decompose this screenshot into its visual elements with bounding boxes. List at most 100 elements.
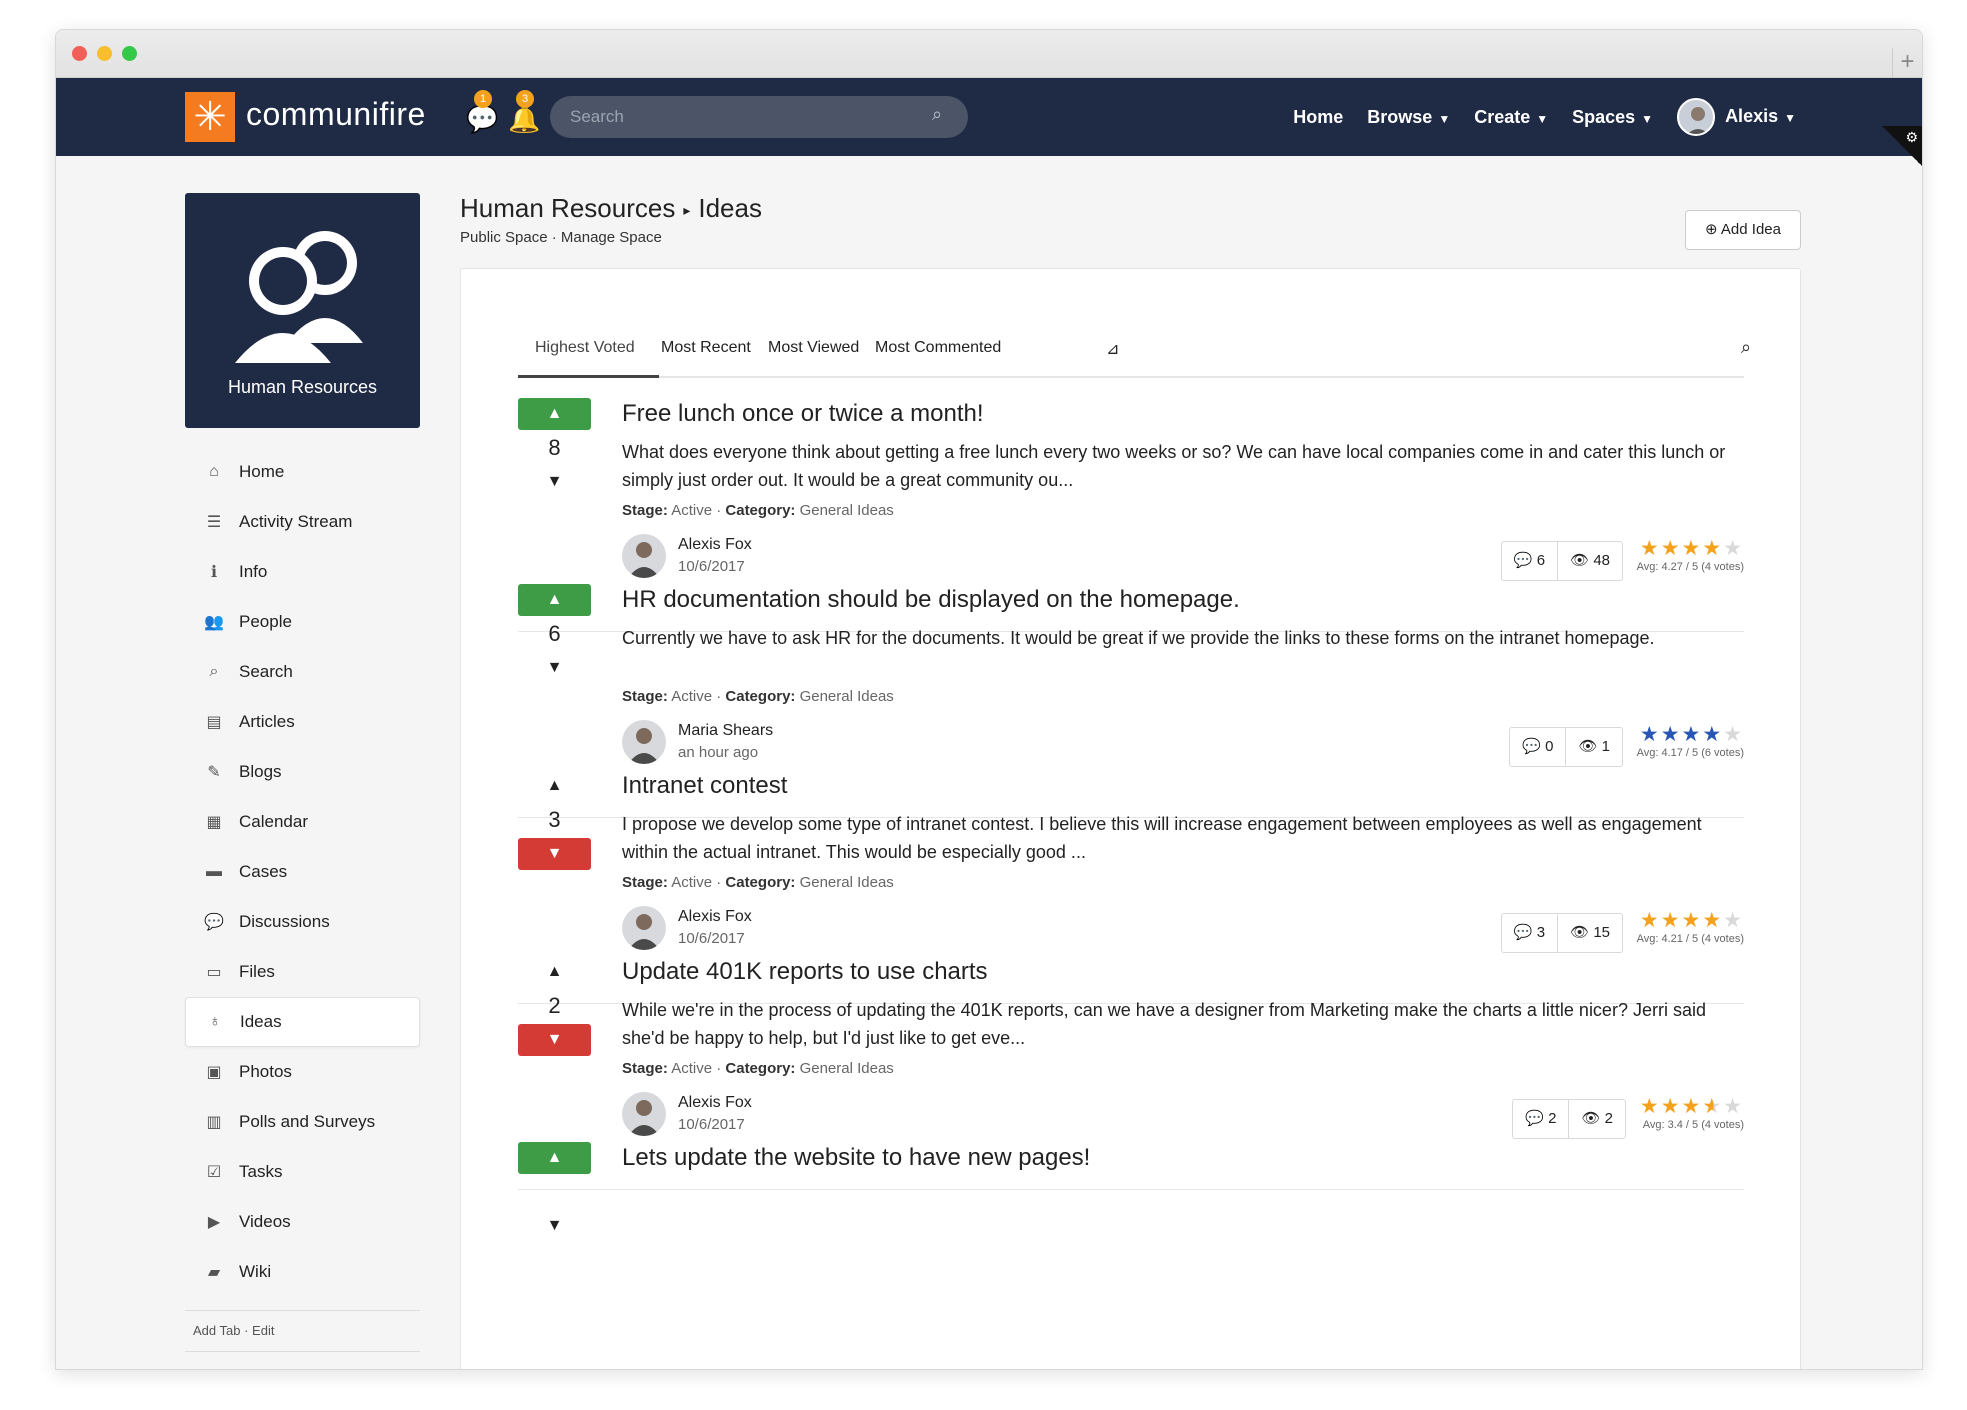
rss-icon[interactable]: ⊿ xyxy=(1106,339,1119,359)
idea-title[interactable]: Free lunch once or twice a month! xyxy=(622,400,984,428)
author-name[interactable]: Alexis Fox xyxy=(678,908,752,926)
downvote-button[interactable]: ▼ xyxy=(518,1024,591,1056)
tab-highest-voted[interactable]: Highest Voted xyxy=(535,339,635,357)
nav-home[interactable]: Home xyxy=(1293,107,1343,128)
star-rating[interactable]: ★★★★★ Avg: 4.21 / 5 (4 votes) xyxy=(1637,908,1744,945)
idea-title[interactable]: Intranet contest xyxy=(622,772,787,800)
global-search-input[interactable] xyxy=(550,96,968,138)
author-name[interactable]: Alexis Fox xyxy=(678,1094,752,1112)
star-icon[interactable]: ★ xyxy=(1723,537,1744,560)
comment-count[interactable]: 💬 2 xyxy=(1513,1100,1568,1138)
sidebar-item-cases[interactable]: ▬ Cases xyxy=(185,847,420,897)
star-icon[interactable]: ★ xyxy=(1723,1095,1744,1118)
upvote-button[interactable]: ▲ xyxy=(518,584,591,616)
manage-space-link[interactable]: Manage Space xyxy=(561,229,662,246)
star-icon[interactable]: ★ xyxy=(1640,537,1661,560)
sidebar-item-discussions[interactable]: 💬 Discussions xyxy=(185,897,420,947)
user-menu[interactable]: Alexis ▼ xyxy=(1677,98,1796,136)
sidebar-item-ideas[interactable]: ♁ Ideas xyxy=(185,997,420,1047)
star-icon[interactable]: ★ xyxy=(1723,723,1744,746)
sidebar-item-activity-stream[interactable]: ☰ Activity Stream xyxy=(185,497,420,547)
sidebar-item-videos[interactable]: ▶ Videos xyxy=(185,1197,420,1247)
sidebar-item-tasks[interactable]: ☑ Tasks xyxy=(185,1147,420,1197)
author-avatar[interactable] xyxy=(622,720,666,764)
comment-count[interactable]: 💬 0 xyxy=(1510,728,1565,766)
category-value[interactable]: General Ideas xyxy=(800,502,894,519)
star-icon[interactable]: ★ xyxy=(1682,537,1703,560)
sidebar-item-photos[interactable]: ▣ Photos xyxy=(185,1047,420,1097)
downvote-button[interactable]: ▼ xyxy=(518,652,591,684)
star-icon[interactable]: ★ xyxy=(1682,1095,1703,1118)
star-icon[interactable]: ★ xyxy=(1702,537,1723,560)
sidebar-item-files[interactable]: ▭ Files xyxy=(185,947,420,997)
nav-browse[interactable]: Browse ▼ xyxy=(1367,107,1450,128)
sidebar-item-calendar[interactable]: ▦ Calendar xyxy=(185,797,420,847)
nav-spaces[interactable]: Spaces ▼ xyxy=(1572,107,1653,128)
star-icon[interactable]: ★ xyxy=(1702,1095,1723,1118)
author-name[interactable]: Alexis Fox xyxy=(678,536,752,554)
add-idea-button[interactable]: ⊕ Add Idea xyxy=(1685,210,1801,250)
sidebar-item-home[interactable]: ⌂ Home xyxy=(185,447,420,497)
star-icon[interactable]: ★ xyxy=(1661,909,1682,932)
star-rating[interactable]: ★★★★★ Avg: 4.27 / 5 (4 votes) xyxy=(1637,536,1744,573)
notifications-button[interactable]: 🔔 3 xyxy=(508,90,540,135)
minimize-window-button[interactable] xyxy=(97,46,112,61)
edit-link[interactable]: Edit xyxy=(252,1323,274,1338)
category-value[interactable]: General Ideas xyxy=(800,874,894,891)
idea-title[interactable]: HR documentation should be displayed on … xyxy=(622,586,1240,614)
downvote-button[interactable]: ▼ xyxy=(518,838,591,870)
sidebar-item-info[interactable]: ℹ Info xyxy=(185,547,420,597)
star-icon[interactable]: ★ xyxy=(1640,723,1661,746)
maximize-window-button[interactable] xyxy=(122,46,137,61)
star-icon[interactable]: ★ xyxy=(1682,723,1703,746)
star-icon[interactable]: ★ xyxy=(1661,723,1682,746)
star-icon[interactable]: ★ xyxy=(1661,537,1682,560)
category-value[interactable]: General Ideas xyxy=(800,1060,894,1077)
idea-title[interactable]: Lets update the website to have new page… xyxy=(622,1144,1090,1172)
sidebar-item-blogs[interactable]: ✎ Blogs xyxy=(185,747,420,797)
author-avatar[interactable] xyxy=(622,1092,666,1136)
star-icon[interactable]: ★ xyxy=(1723,909,1744,932)
logo-icon[interactable]: ✳ xyxy=(185,92,235,142)
author-name[interactable]: Maria Shears xyxy=(678,722,773,740)
messages-button[interactable]: 💬 1 xyxy=(466,90,498,135)
upvote-button[interactable]: ▲ xyxy=(518,1142,591,1174)
star-icon[interactable]: ★ xyxy=(1702,909,1723,932)
tab-most-recent[interactable]: Most Recent xyxy=(661,339,751,357)
sidebar-item-search[interactable]: ⌕ Search xyxy=(185,647,420,697)
star-icon[interactable]: ★ xyxy=(1640,909,1661,932)
upvote-button[interactable]: ▲ xyxy=(518,770,591,802)
tab-most-commented[interactable]: Most Commented xyxy=(875,339,1001,357)
upvote-button[interactable]: ▲ xyxy=(518,956,591,988)
category-value[interactable]: General Ideas xyxy=(800,688,894,705)
star-icon[interactable]: ★ xyxy=(1702,723,1723,746)
new-tab-button[interactable]: + xyxy=(1892,48,1922,78)
search-icon[interactable]: ⌕ xyxy=(932,104,942,125)
star-rating[interactable]: ★★★★★ Avg: 4.17 / 5 (6 votes) xyxy=(1637,722,1744,759)
author-avatar[interactable] xyxy=(622,534,666,578)
tab-most-viewed[interactable]: Most Viewed xyxy=(768,339,859,357)
sidebar-item-people[interactable]: 👥 People xyxy=(185,597,420,647)
star-rating[interactable]: ★★★★★ Avg: 3.4 / 5 (4 votes) xyxy=(1640,1094,1744,1131)
close-window-button[interactable] xyxy=(72,46,87,61)
space-card[interactable]: Human Resources xyxy=(185,193,420,428)
sidebar-item-wiki[interactable]: ▰ Wiki xyxy=(185,1247,420,1297)
sidebar-item-polls-and-surveys[interactable]: ▥ Polls and Surveys xyxy=(185,1097,420,1147)
nav-create[interactable]: Create ▼ xyxy=(1474,107,1548,128)
search-icon[interactable]: ⌕ xyxy=(1741,337,1751,358)
star-icon[interactable]: ★ xyxy=(1682,909,1703,932)
comment-count[interactable]: 💬 6 xyxy=(1502,542,1557,580)
downvote-button[interactable]: ▼ xyxy=(518,466,591,498)
star-icon[interactable]: ★ xyxy=(1640,1095,1661,1118)
author-avatar[interactable] xyxy=(622,906,666,950)
downvote-button[interactable]: ▼ xyxy=(518,1210,591,1242)
star-icon[interactable]: ★ xyxy=(1661,1095,1682,1118)
sidebar-item-articles[interactable]: ▤ Articles xyxy=(185,697,420,747)
upvote-button[interactable]: ▲ xyxy=(518,398,591,430)
breadcrumb-space[interactable]: Human Resources xyxy=(460,193,675,223)
comment-count[interactable]: 💬 3 xyxy=(1502,914,1557,952)
add-tab-link[interactable]: Add Tab xyxy=(193,1323,240,1338)
settings-corner[interactable]: ⚙ xyxy=(1882,126,1922,166)
idea-title[interactable]: Update 401K reports to use charts xyxy=(622,958,988,986)
logo-text[interactable]: communifire xyxy=(246,96,426,133)
